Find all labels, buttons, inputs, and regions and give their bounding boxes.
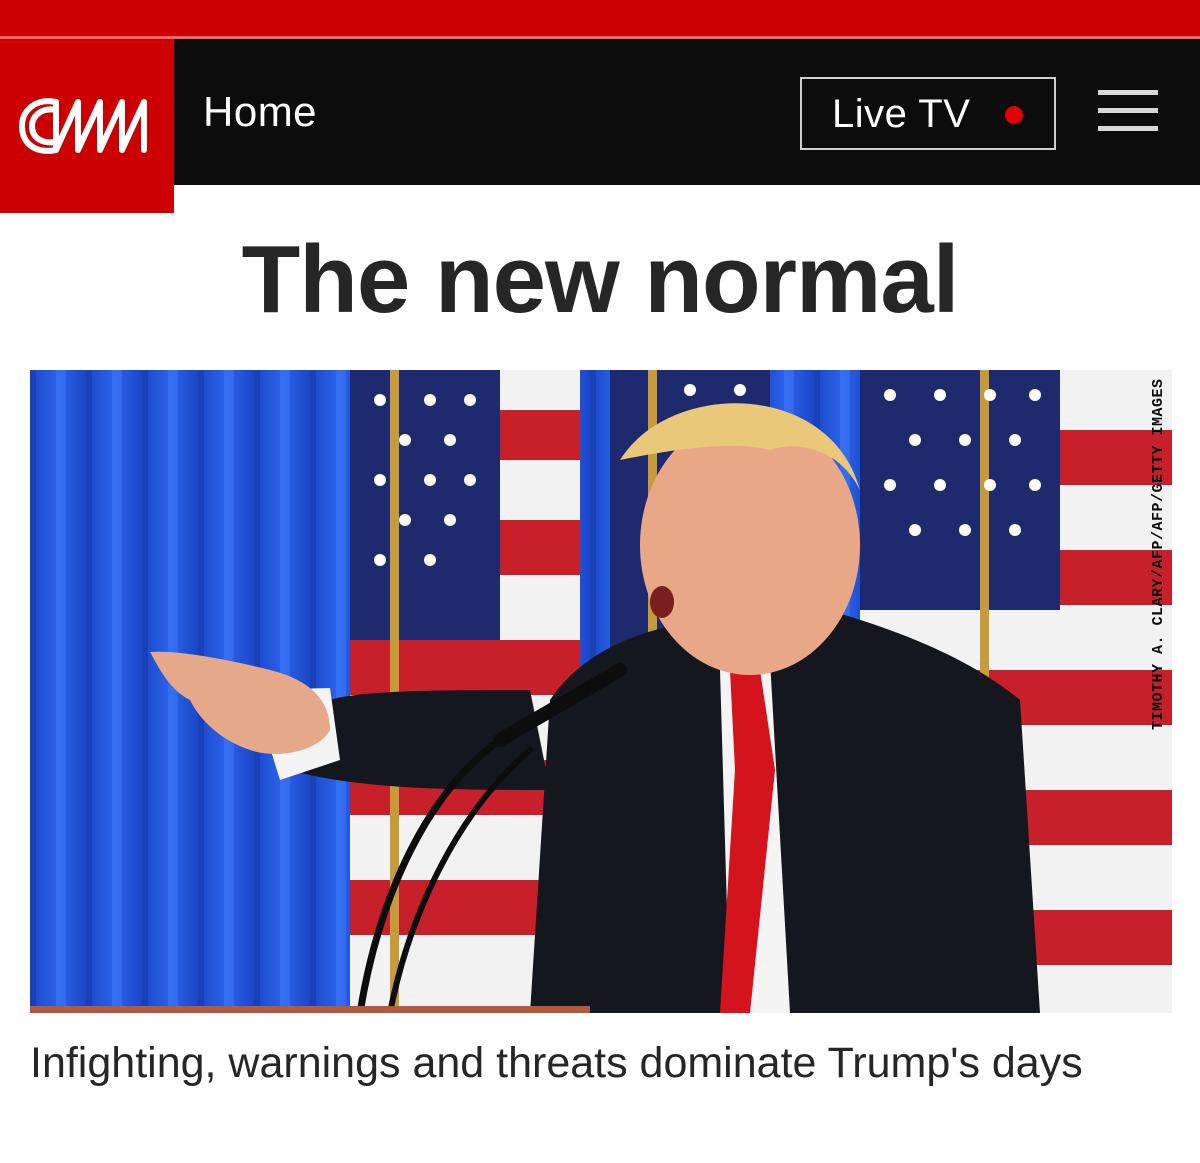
live-indicator-icon bbox=[1005, 106, 1023, 124]
menu-bar bbox=[1098, 108, 1158, 113]
cnn-logo-icon[interactable] bbox=[16, 92, 158, 160]
photo-credit: TIMOTHY A. CLARY/AFP/AFP/GETTY IMAGES bbox=[1150, 378, 1167, 730]
article-photo[interactable] bbox=[30, 370, 1172, 1013]
nav-home-link[interactable]: Home bbox=[203, 88, 317, 136]
section-headline[interactable]: The new normal bbox=[0, 225, 1200, 335]
article-caption-link[interactable]: Infighting, warnings and threats dominat… bbox=[30, 1036, 1150, 1090]
live-tv-button[interactable]: Live TV bbox=[800, 77, 1056, 150]
live-tv-label: Live TV bbox=[832, 92, 971, 136]
top-red-bar bbox=[0, 0, 1200, 38]
hamburger-menu-icon[interactable] bbox=[1098, 88, 1158, 134]
menu-bar bbox=[1098, 126, 1158, 131]
menu-bar bbox=[1098, 90, 1158, 95]
